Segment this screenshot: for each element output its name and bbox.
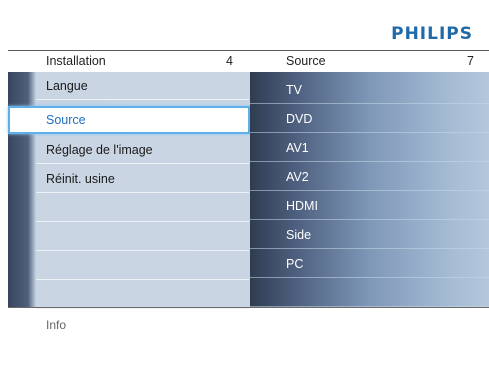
menu-item-empty	[36, 252, 249, 280]
source-option-hdmi[interactable]: HDMI	[250, 192, 489, 220]
philips-logo: PHILIPS	[391, 24, 473, 44]
source-submenu: TV DVD AV1 AV2 HDMI Side PC	[250, 72, 489, 308]
source-option-dvd[interactable]: DVD	[250, 105, 489, 133]
source-option-side[interactable]: Side	[250, 221, 489, 249]
menu-item-label: Réinit. usine	[46, 172, 115, 186]
menu-item-reglage-image[interactable]: Réglage de l'image	[36, 136, 249, 164]
source-option-label: DVD	[286, 112, 313, 126]
menu-item-reinit-usine[interactable]: Réinit. usine	[36, 165, 249, 193]
source-option-av1[interactable]: AV1	[250, 134, 489, 162]
menu-item-empty	[36, 281, 249, 309]
right-menu-count: 7	[467, 54, 474, 68]
source-option-pc[interactable]: PC	[250, 250, 489, 278]
menu-item-empty	[36, 223, 249, 251]
info-label: Info	[46, 318, 67, 332]
menu-header: Installation 4 Source 7	[8, 50, 489, 73]
menu-item-langue[interactable]: Langue	[36, 72, 249, 100]
source-option-tv[interactable]: TV	[250, 76, 489, 104]
menu-item-label: Langue	[46, 79, 88, 93]
left-menu-count: 4	[226, 54, 233, 68]
source-option-label: PC	[286, 257, 304, 271]
source-option-av2[interactable]: AV2	[250, 163, 489, 191]
source-option-label: AV1	[286, 141, 309, 155]
source-option-label: HDMI	[286, 199, 318, 213]
right-menu-title: Source	[286, 54, 326, 68]
source-option-label: Side	[286, 228, 312, 242]
menu-item-label: Source	[46, 113, 86, 127]
installation-menu: Langue Source Réglage de l'image Réinit.…	[8, 72, 250, 309]
source-option-label: TV	[286, 83, 302, 97]
footer-divider	[8, 307, 489, 308]
menu-item-source[interactable]: Source	[8, 106, 250, 134]
menu-item-empty	[36, 194, 249, 222]
source-option-label: AV2	[286, 170, 309, 184]
menu-item-label: Réglage de l'image	[46, 143, 153, 157]
left-menu-title: Installation	[46, 54, 106, 68]
source-option-empty	[250, 279, 489, 307]
